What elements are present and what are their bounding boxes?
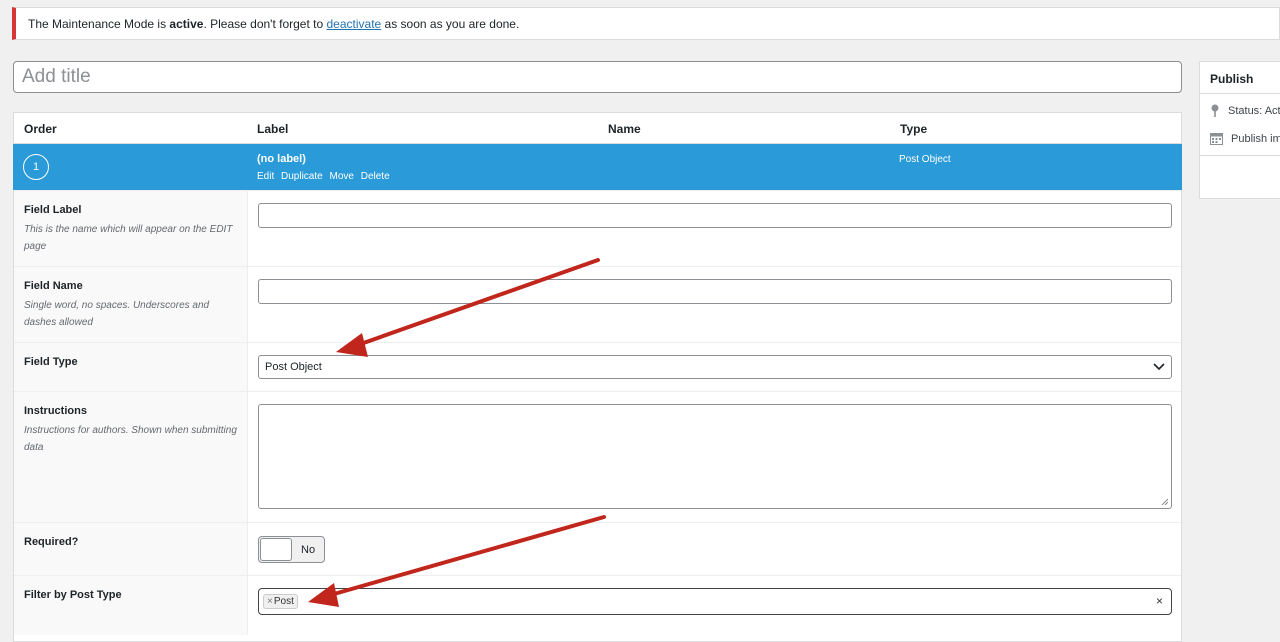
chip-remove-icon[interactable]: × [267, 596, 273, 607]
required-toggle[interactable]: No [258, 536, 325, 563]
field-type-select[interactable]: Post Object [258, 355, 1172, 379]
setting-filter-post-type: Filter by Post Type ×Post × [14, 575, 1181, 635]
field-row-type: Post Object [899, 154, 951, 165]
instructions-textarea[interactable] [258, 404, 1172, 509]
setting-title: Filter by Post Type [24, 589, 122, 601]
toggle-label: No [301, 543, 316, 556]
toggle-knob [260, 538, 292, 561]
col-type: Type [900, 122, 928, 136]
setting-title: Field Type [24, 356, 78, 368]
setting-field-label: Field Label This is the name which will … [14, 190, 1181, 266]
col-order: Order [24, 122, 57, 136]
edit-action[interactable]: Edit [257, 171, 274, 182]
field-row-actions: Edit Duplicate Move Delete [257, 171, 394, 182]
field-label-input[interactable] [258, 203, 1172, 228]
maintenance-notice: The Maintenance Mode is active. Please d… [12, 7, 1280, 40]
fields-panel: Order Label Name Type 1 (no label) Edit … [13, 112, 1182, 642]
duplicate-action[interactable]: Duplicate [281, 171, 323, 182]
publish-heading: Publish [1200, 62, 1280, 94]
field-name-input[interactable] [258, 279, 1172, 304]
delete-action[interactable]: Delete [361, 171, 390, 182]
setting-title: Field Name [24, 280, 83, 292]
col-name: Name [608, 122, 641, 136]
deactivate-link[interactable]: deactivate [327, 17, 382, 31]
resize-handle-icon[interactable] [1161, 498, 1168, 505]
setting-description: This is the name which will appear on th… [24, 224, 233, 252]
setting-field-type: Field Type Post Object [14, 342, 1181, 391]
field-type-value: Post Object [265, 361, 322, 373]
post-type-multiselect[interactable]: ×Post × [258, 588, 1172, 615]
pin-icon [1211, 104, 1219, 117]
col-label: Label [257, 122, 289, 136]
publish-status: Status: Act [1210, 104, 1280, 118]
setting-description: Single word, no spaces. Underscores and … [24, 300, 210, 328]
fields-table-header: Order Label Name Type [14, 113, 1181, 144]
publish-schedule: Publish im [1210, 132, 1280, 145]
title-input[interactable] [13, 61, 1182, 93]
field-row[interactable]: 1 (no label) Edit Duplicate Move Delete … [13, 144, 1182, 190]
publish-box: Publish Status: Act Publish im [1199, 61, 1280, 199]
setting-field-name: Field Name Single word, no spaces. Under… [14, 266, 1181, 342]
setting-instructions: Instructions Instructions for authors. S… [14, 391, 1181, 522]
calendar-icon [1210, 133, 1223, 145]
setting-description: Instructions for authors. Shown when sub… [24, 425, 237, 453]
setting-required: Required? No [14, 522, 1181, 575]
clear-icon[interactable]: × [1156, 594, 1163, 608]
setting-title: Instructions [24, 405, 87, 417]
move-action[interactable]: Move [330, 171, 354, 182]
field-row-label[interactable]: (no label) [257, 153, 306, 165]
setting-title: Required? [24, 536, 79, 548]
post-type-chip: ×Post [263, 594, 298, 609]
field-order-badge[interactable]: 1 [23, 154, 49, 180]
chevron-down-icon [1153, 363, 1165, 371]
setting-title: Field Label [24, 204, 82, 216]
notice-text: The Maintenance Mode is active. Please d… [28, 16, 520, 31]
